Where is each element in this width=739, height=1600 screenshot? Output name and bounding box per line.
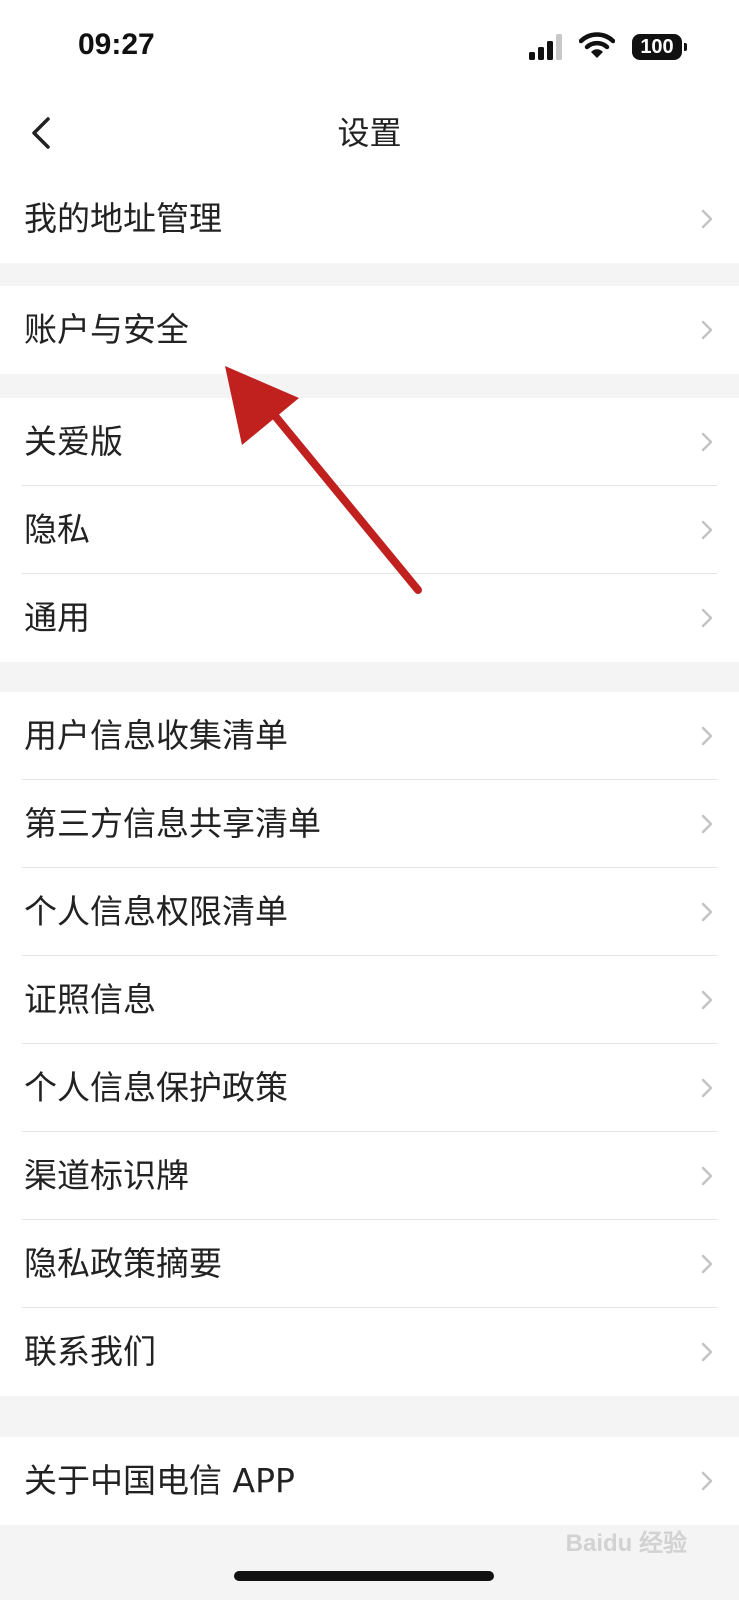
- battery-icon: 100: [632, 34, 687, 60]
- chevron-right-icon: [701, 902, 713, 922]
- chevron-right-icon: [701, 1342, 713, 1362]
- settings-item-label: 证照信息: [24, 980, 156, 1019]
- chevron-right-icon: [701, 1471, 713, 1491]
- nav-bar: 设置: [0, 90, 739, 175]
- settings-item-label: 渠道标识牌: [24, 1156, 189, 1195]
- settings-group-info: 用户信息收集清单 第三方信息共享清单 个人信息权限清单 证照信息 个人信息保护政…: [0, 692, 739, 1396]
- settings-group-about: 关于中国电信 APP: [0, 1437, 739, 1525]
- settings-item-label: 通用: [24, 598, 90, 637]
- settings-item-privacy[interactable]: 隐私: [0, 486, 739, 574]
- status-time: 09:27: [78, 28, 155, 61]
- chevron-right-icon: [701, 432, 713, 452]
- settings-item-label: 个人信息权限清单: [24, 892, 288, 931]
- chevron-right-icon: [701, 1078, 713, 1098]
- settings-item-permission-list[interactable]: 个人信息权限清单: [0, 868, 739, 956]
- settings-item-account-security[interactable]: 账户与安全: [0, 286, 739, 374]
- settings-item-license-info[interactable]: 证照信息: [0, 956, 739, 1044]
- settings-item-label: 个人信息保护政策: [24, 1068, 288, 1107]
- settings-item-label: 用户信息收集清单: [24, 716, 288, 755]
- chevron-right-icon: [701, 814, 713, 834]
- chevron-right-icon: [701, 1254, 713, 1274]
- settings-item-contact-us[interactable]: 联系我们: [0, 1308, 739, 1396]
- watermark-logo: Baidu 经验: [565, 1530, 687, 1557]
- chevron-right-icon: [701, 990, 713, 1010]
- settings-item-label: 关于中国电信 APP: [24, 1461, 295, 1500]
- settings-item-general[interactable]: 通用: [0, 574, 739, 662]
- settings-group-general: 关爱版 隐私 通用: [0, 398, 739, 662]
- chevron-right-icon: [701, 520, 713, 540]
- chevron-right-icon: [701, 726, 713, 746]
- chevron-right-icon: [701, 608, 713, 628]
- settings-item-address-management[interactable]: 我的地址管理: [0, 175, 739, 263]
- settings-item-privacy-policy[interactable]: 个人信息保护政策: [0, 1044, 739, 1132]
- signal-icon: [529, 34, 562, 60]
- settings-item-user-info-list[interactable]: 用户信息收集清单: [0, 692, 739, 780]
- settings-group-account: 账户与安全: [0, 286, 739, 374]
- status-bar: 09:27 100: [0, 0, 739, 90]
- settings-group-address: 我的地址管理: [0, 175, 739, 263]
- settings-item-label: 隐私政策摘要: [24, 1244, 222, 1283]
- settings-item-label: 联系我们: [24, 1332, 156, 1371]
- page-title: 设置: [337, 114, 402, 152]
- chevron-right-icon: [701, 1166, 713, 1186]
- settings-item-label: 账户与安全: [24, 310, 189, 349]
- settings-item-about-app[interactable]: 关于中国电信 APP: [0, 1437, 739, 1525]
- settings-item-label: 关爱版: [24, 422, 123, 461]
- chevron-right-icon: [701, 209, 713, 229]
- settings-item-privacy-summary[interactable]: 隐私政策摘要: [0, 1220, 739, 1308]
- settings-item-channel-sign[interactable]: 渠道标识牌: [0, 1132, 739, 1220]
- settings-item-label: 隐私: [24, 510, 90, 549]
- settings-item-label: 我的地址管理: [24, 199, 222, 238]
- chevron-right-icon: [701, 320, 713, 340]
- settings-item-third-party-sharing[interactable]: 第三方信息共享清单: [0, 780, 739, 868]
- settings-item-label: 第三方信息共享清单: [24, 804, 321, 843]
- home-indicator[interactable]: [234, 1571, 494, 1581]
- settings-item-care-mode[interactable]: 关爱版: [0, 398, 739, 486]
- wifi-icon: [579, 32, 615, 58]
